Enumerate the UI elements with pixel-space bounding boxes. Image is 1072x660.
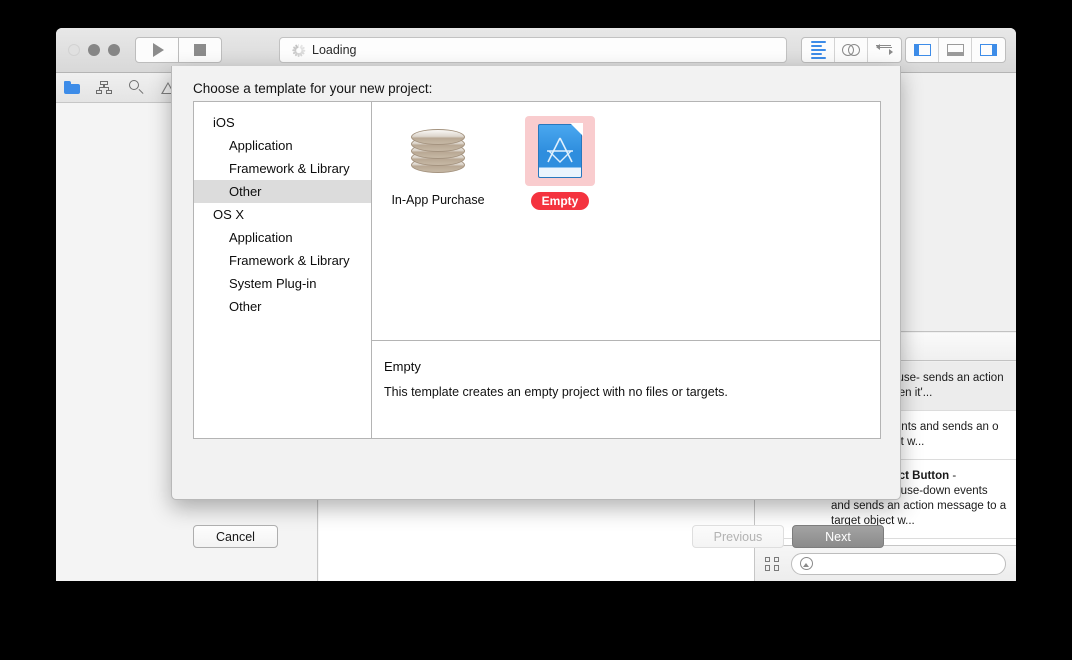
version-editor-icon (876, 43, 893, 56)
sidebar-item-ios-other[interactable]: Other (194, 180, 371, 203)
loading-spinner-icon (291, 43, 305, 57)
template-right-pane: In-App Purchase Empty Empty This templat… (372, 102, 880, 438)
coin-stack-icon (411, 127, 465, 175)
next-button[interactable]: Next (792, 525, 884, 548)
project-navigator-tab[interactable] (56, 81, 88, 94)
template-label: Empty (530, 192, 590, 210)
sheet-title: Choose a template for your new project: (193, 81, 433, 96)
symbol-navigator-tab[interactable] (88, 81, 120, 94)
standard-editor-icon (810, 41, 826, 59)
navigator-toggle-button[interactable] (906, 38, 939, 62)
play-icon (153, 43, 164, 57)
library-filter-bar (755, 545, 1016, 581)
debug-area-toggle-button[interactable] (939, 38, 972, 62)
status-text: Loading (312, 43, 357, 57)
template-in-app-purchase[interactable]: In-App Purchase (390, 116, 486, 208)
template-empty[interactable]: Empty (512, 116, 608, 210)
debug-pane-icon (946, 44, 964, 56)
stop-button[interactable] (178, 37, 222, 63)
xcode-hammer-glyph (547, 137, 573, 163)
detail-title: Empty (384, 359, 421, 374)
assistant-editor-button[interactable] (835, 38, 868, 62)
run-button[interactable] (135, 37, 179, 63)
minimize-button[interactable] (88, 44, 100, 56)
sidebar-item-osx-system-plugin[interactable]: System Plug-in (194, 272, 371, 295)
template-icon-wrap (403, 116, 473, 186)
view-toggle-group (905, 37, 1006, 63)
close-button[interactable] (68, 44, 80, 56)
sidebar-item-osx-framework[interactable]: Framework & Library (194, 249, 371, 272)
template-label: In-App Purchase (391, 193, 485, 207)
assistant-editor-icon (842, 44, 860, 56)
template-icon-wrap (525, 116, 595, 186)
stop-icon (194, 44, 206, 56)
sidebar-item-osx-application[interactable]: Application (194, 226, 371, 249)
sheet-body: iOS Application Framework & Library Othe… (193, 101, 881, 439)
folder-icon (64, 81, 80, 94)
find-navigator-tab[interactable] (120, 80, 152, 95)
maximize-button[interactable] (108, 44, 120, 56)
cancel-button[interactable]: Cancel (193, 525, 278, 548)
detail-description: This template creates an empty project w… (384, 385, 728, 399)
sidebar-item-ios-framework[interactable]: Framework & Library (194, 157, 371, 180)
version-editor-button[interactable] (868, 38, 901, 62)
grid-view-icon[interactable] (765, 556, 779, 571)
library-filter-input[interactable] (791, 552, 1006, 575)
editor-mode-group (801, 37, 902, 63)
app-file-icon (538, 123, 583, 178)
navigator-pane-icon (913, 44, 931, 56)
sidebar-item-ios-application[interactable]: Application (194, 134, 371, 157)
previous-button[interactable]: Previous (692, 525, 784, 548)
utilities-pane-icon (980, 44, 997, 56)
search-icon (128, 80, 144, 95)
sidebar-item-osx-other[interactable]: Other (194, 295, 371, 318)
sidebar-group-osx[interactable]: OS X (194, 203, 371, 226)
standard-editor-button[interactable] (802, 38, 835, 62)
new-project-template-sheet: Choose a template for your new project: … (171, 66, 901, 548)
hierarchy-icon (96, 81, 112, 94)
activity-status-bar: Loading (279, 37, 787, 63)
template-detail-pane: Empty This template creates an empty pro… (372, 341, 880, 438)
template-category-list[interactable]: iOS Application Framework & Library Othe… (194, 102, 372, 438)
template-grid[interactable]: In-App Purchase Empty (372, 102, 880, 341)
sidebar-group-ios[interactable]: iOS (194, 111, 371, 134)
filter-icon (800, 557, 813, 570)
utilities-toggle-button[interactable] (972, 38, 1005, 62)
